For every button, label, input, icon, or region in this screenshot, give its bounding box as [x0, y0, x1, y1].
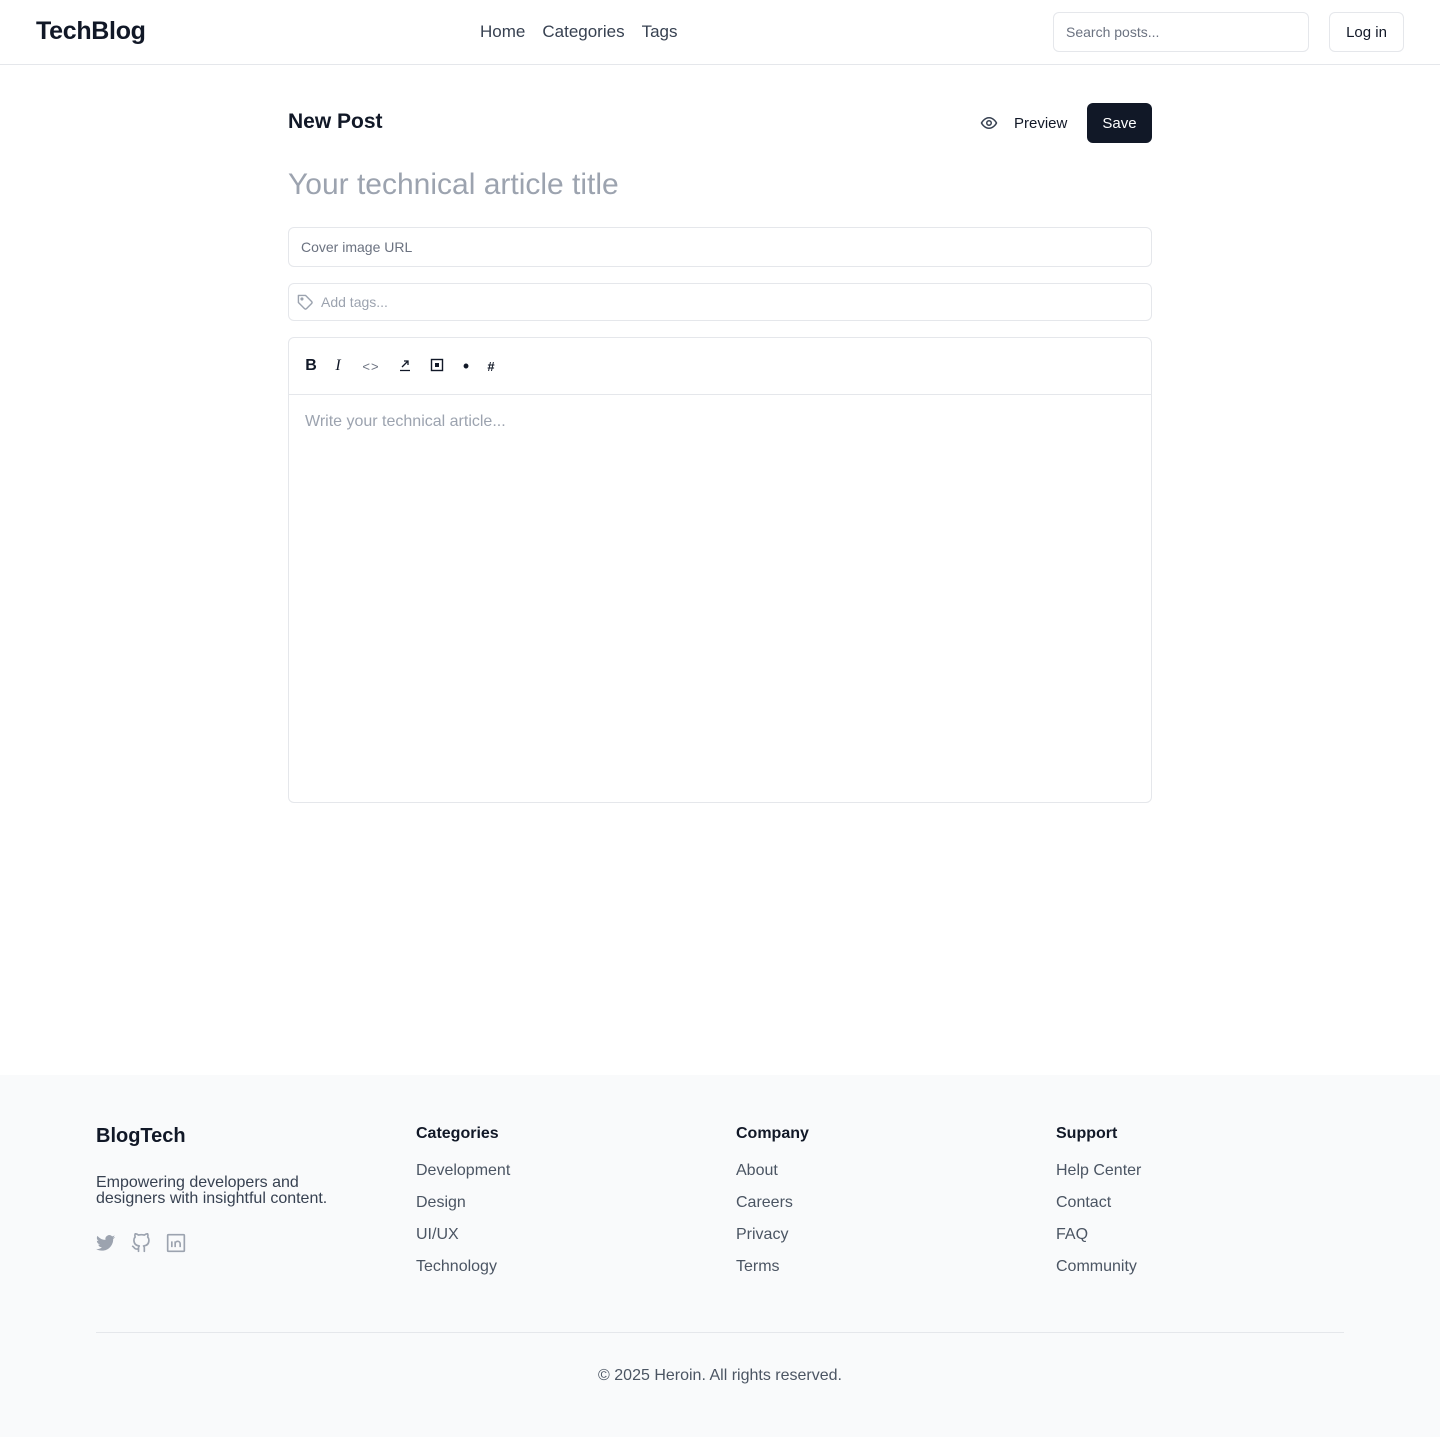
article-content-textarea[interactable] [289, 395, 1151, 802]
footer-link[interactable]: Contact [1056, 1194, 1141, 1226]
content-editor: B I <> • # [288, 337, 1152, 803]
save-button[interactable]: Save [1087, 103, 1152, 143]
copyright-text: © 2025 Heroin. All rights reserved. [598, 1367, 842, 1384]
footer-link[interactable]: Development [416, 1162, 510, 1194]
login-button[interactable]: Log in [1329, 12, 1404, 52]
footer-divider [96, 1332, 1344, 1333]
title-input[interactable] [288, 162, 1152, 208]
eye-icon [980, 114, 998, 132]
link-icon [398, 358, 412, 375]
nav-tags[interactable]: Tags [642, 22, 678, 42]
footer-column-categories: Categories Development Design UI/UX Tech… [416, 1125, 510, 1290]
site-footer: BlogTech Empowering developers and desig… [0, 1075, 1440, 1437]
footer-link[interactable]: Technology [416, 1258, 510, 1290]
footer-link[interactable]: Community [1056, 1258, 1141, 1290]
code-button[interactable]: <> [359, 355, 383, 377]
link-button[interactable] [396, 355, 414, 377]
footer-column-title: Categories [416, 1125, 499, 1142]
footer-link[interactable]: Design [416, 1194, 510, 1226]
footer-column-support: Support Help Center Contact FAQ Communit… [1056, 1125, 1141, 1290]
preview-button[interactable]: Preview [968, 103, 1079, 143]
tags-field[interactable] [288, 283, 1152, 321]
heading-button[interactable]: # [484, 355, 498, 377]
footer-column-title: Support [1056, 1125, 1118, 1142]
nav-categories[interactable]: Categories [542, 22, 624, 42]
cover-image-url-input[interactable] [288, 227, 1152, 267]
main-nav: Home Categories Tags [480, 22, 678, 42]
search-input[interactable] [1053, 12, 1309, 52]
list-button[interactable]: • [459, 355, 473, 377]
site-logo[interactable]: TechBlog [36, 17, 146, 46]
footer-link[interactable]: UI/UX [416, 1226, 510, 1258]
footer-link[interactable]: Careers [736, 1194, 809, 1226]
footer-column-title: Company [736, 1125, 809, 1142]
bold-button[interactable]: B [302, 355, 320, 377]
tag-icon [297, 294, 314, 311]
footer-link[interactable]: Privacy [736, 1226, 809, 1258]
footer-link[interactable]: About [736, 1162, 809, 1194]
footer-column-company: Company About Careers Privacy Terms [736, 1125, 809, 1290]
nav-home[interactable]: Home [480, 22, 525, 42]
social-links [96, 1233, 186, 1253]
linkedin-icon[interactable] [166, 1233, 186, 1253]
footer-tagline: Empowering developers and designers with… [96, 1174, 328, 1207]
github-icon[interactable] [131, 1233, 151, 1253]
image-icon [430, 358, 444, 375]
footer-link[interactable]: Terms [736, 1258, 809, 1290]
italic-button[interactable]: I [330, 355, 346, 377]
editor-toolbar: B I <> • # [289, 338, 1151, 395]
image-button[interactable] [428, 355, 446, 377]
twitter-icon[interactable] [96, 1233, 116, 1253]
page-title: New Post [288, 110, 383, 133]
footer-link[interactable]: Help Center [1056, 1162, 1141, 1194]
footer-link[interactable]: FAQ [1056, 1226, 1141, 1258]
footer-brand: BlogTech [96, 1125, 186, 1147]
preview-label: Preview [1014, 114, 1068, 132]
site-header: TechBlog Home Categories Tags Log in [0, 0, 1440, 65]
tags-input[interactable] [321, 284, 1141, 320]
